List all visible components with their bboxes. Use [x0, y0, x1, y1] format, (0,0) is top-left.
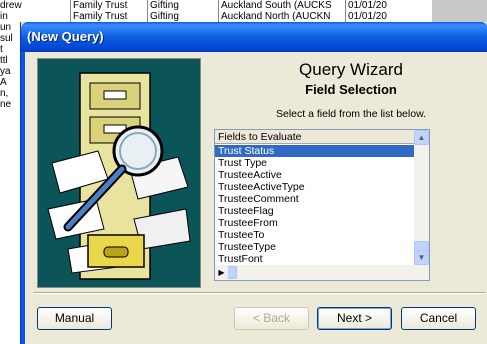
background-table-rows: Family Trust Family Trust Gifting Giftin…: [25, 0, 487, 22]
bg-cell-text: Gifting: [150, 11, 179, 22]
bg-cell-text: 01/01/20: [348, 0, 387, 11]
list-item[interactable]: TrusteeType: [215, 241, 414, 253]
manual-button[interactable]: Manual: [37, 307, 112, 330]
fields-listbox[interactable]: Fields to Evaluate Trust Status Trust Ty…: [214, 129, 430, 281]
bg-cell: 01/01/20 01/01/20: [345, 0, 408, 22]
wizard-heading: Query Wizard: [299, 60, 403, 79]
bg-fragment: in: [0, 11, 8, 22]
list-item[interactable]: TrusteeTo: [215, 229, 414, 241]
bg-cell: Gifting Gifting: [147, 0, 220, 22]
title-bar[interactable]: (New Query): [21, 22, 487, 52]
list-item[interactable]: TrusteeActiveType: [215, 181, 414, 193]
bg-cell-text: 01/01/20: [348, 11, 387, 22]
list-item[interactable]: Trust Type: [215, 157, 414, 169]
bg-cell: Family Trust Family Trust: [70, 0, 148, 22]
bg-cell-text: Family Trust: [73, 11, 128, 22]
next-button[interactable]: Next >: [317, 307, 392, 330]
scroll-right-icon[interactable]: ▶: [215, 265, 228, 280]
list-item[interactable]: TrustFont: [215, 253, 414, 265]
bg-cell-text: Gifting: [150, 0, 179, 11]
bg-cell: Auckland South (AUCKS Auckland North (AU…: [218, 0, 346, 22]
wizard-subheading: Field Selection: [305, 82, 397, 97]
scroll-down-icon[interactable]: ▼: [414, 250, 429, 265]
scroll-up-icon[interactable]: ▲: [414, 130, 429, 145]
list-item[interactable]: TrusteeFlag: [215, 205, 414, 217]
bg-fragment: drew: [0, 0, 22, 11]
list-item[interactable]: TrusteeComment: [215, 193, 414, 205]
filing-cabinet-magnifier-icon: [38, 59, 200, 287]
bg-cell-text: Family Trust: [73, 0, 128, 11]
wizard-instructions: Select a field from the list below.: [276, 108, 426, 120]
list-item[interactable]: Trust Status: [215, 145, 414, 157]
window-frame: [21, 52, 25, 344]
button-separator: [33, 292, 485, 294]
cancel-button[interactable]: Cancel: [401, 307, 476, 330]
list-item[interactable]: TrusteeActive: [215, 169, 414, 181]
list-column-header[interactable]: Fields to Evaluate: [215, 130, 414, 144]
horizontal-scrollbar[interactable]: ▶: [215, 265, 429, 280]
list-item[interactable]: TrusteeFrom: [215, 217, 414, 229]
back-button[interactable]: < Back: [234, 307, 309, 330]
field-list: Trust Status Trust Type TrusteeActive Tr…: [215, 145, 414, 265]
vertical-scrollbar[interactable]: ▲ ▼: [414, 130, 429, 265]
bg-cell-text: Auckland South (AUCKS: [221, 0, 332, 11]
query-wizard-dialog: (New Query) Query Wizard Field Selection…: [20, 22, 487, 344]
window-title: (New Query): [27, 29, 104, 44]
bg-cell-text: Auckland North (AUCKN: [221, 11, 331, 22]
wizard-illustration: [37, 58, 201, 288]
